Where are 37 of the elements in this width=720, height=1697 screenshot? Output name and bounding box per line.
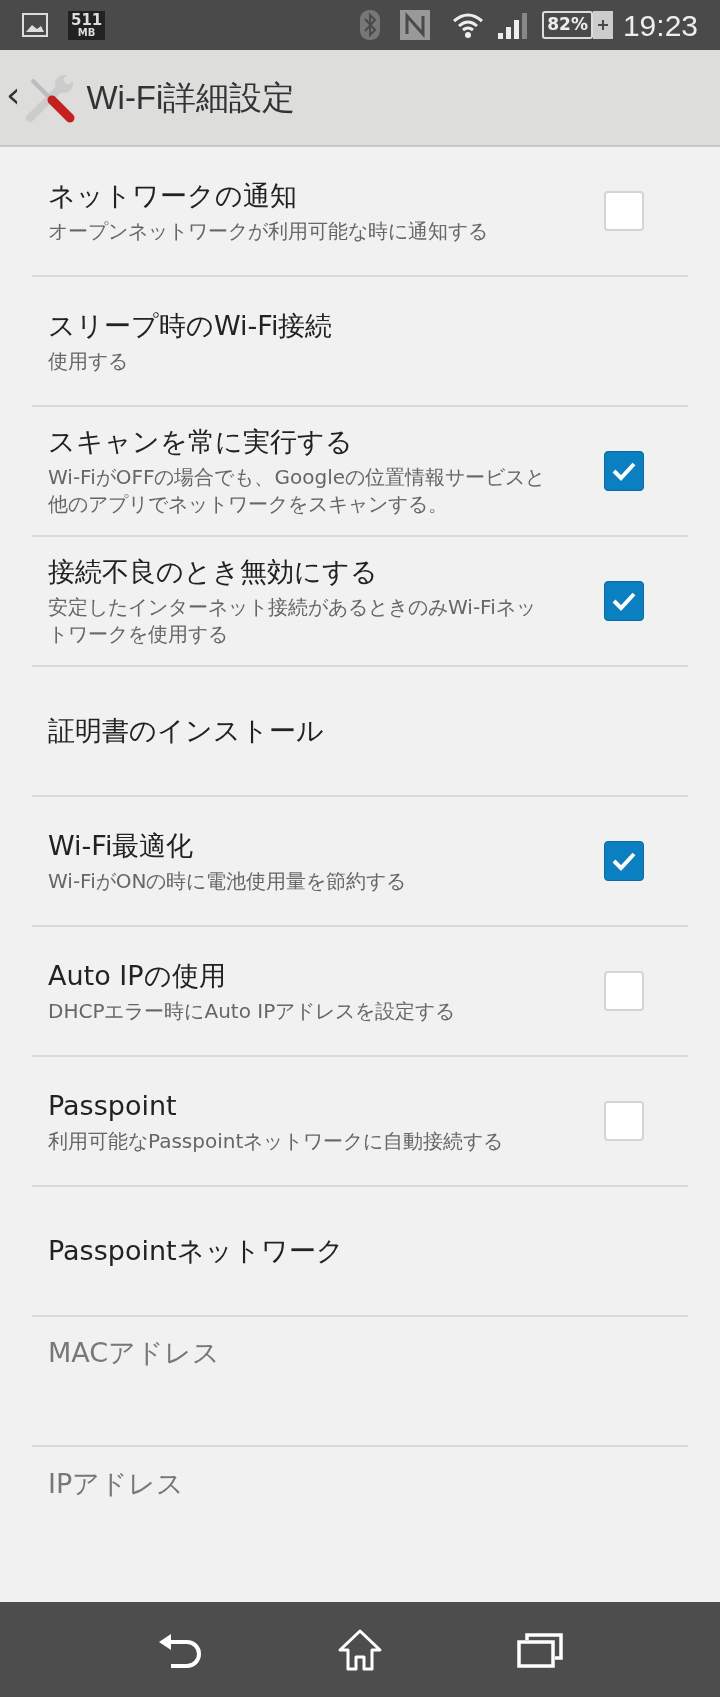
screen-title: Wi-Fi詳細設定 [86, 77, 296, 118]
checkbox[interactable] [604, 841, 644, 881]
setting-summary: DHCPエラー時にAuto IPアドレスを設定する [48, 997, 457, 1025]
back-button[interactable]: ‹ [6, 76, 21, 119]
setting-title[interactable]: 証明書のインストール [48, 713, 644, 749]
check-icon [611, 460, 637, 482]
setting-title[interactable]: Passpointネットワーク [48, 1233, 644, 1269]
setting-summary: Wi-FiがOFFの場合でも、Googleの位置情報サービスと他のアプリでネットワークをスキャンする。 [48, 464, 546, 518]
image-icon [22, 13, 48, 37]
signal-icon [498, 11, 529, 39]
checkbox[interactable] [604, 451, 644, 491]
check-icon [611, 590, 637, 612]
setting-summary: 安定したインターネット接続があるときのみWi-Fiネットワークを使用する [48, 594, 537, 648]
setting-title[interactable]: スキャンを常に実行する [48, 424, 554, 460]
clock: 19:23 [622, 7, 698, 44]
setting-summary: 利用可能なPasspointネットワークに自動接続する [48, 1127, 505, 1155]
setting-title[interactable]: Wi-Fi最適化 [48, 827, 554, 864]
bluetooth-icon [360, 10, 381, 40]
setting-title[interactable]: Passpoint [48, 1087, 554, 1124]
setting-summary: Wi-FiがONの時に電池使用量を節約する [48, 867, 408, 895]
setting-summary: オープンネットワークが利用可能な時に通知する [48, 217, 489, 245]
memory-value: 511 [71, 12, 103, 28]
setting-summary: 使用する [48, 347, 129, 375]
setting-title[interactable]: スリープ時のWi-Fi接続 [48, 307, 644, 344]
recent-apps-icon[interactable] [517, 1631, 563, 1668]
setting-title[interactable]: ネットワークの通知 [48, 177, 554, 214]
check-icon [611, 850, 637, 872]
checkbox[interactable] [604, 581, 644, 621]
home-icon[interactable] [337, 1627, 383, 1672]
battery-level: 82% [547, 13, 588, 37]
wifi-icon [452, 11, 485, 39]
setting-title: IPアドレス [48, 1467, 186, 1501]
setting-title: MACアドレス [48, 1336, 222, 1370]
setting-title[interactable]: Auto IPの使用 [48, 957, 554, 994]
setting-title[interactable]: 接続不良のとき無効にする [48, 554, 554, 590]
memory-unit: MB [77, 27, 96, 38]
nfc-icon [400, 10, 431, 40]
